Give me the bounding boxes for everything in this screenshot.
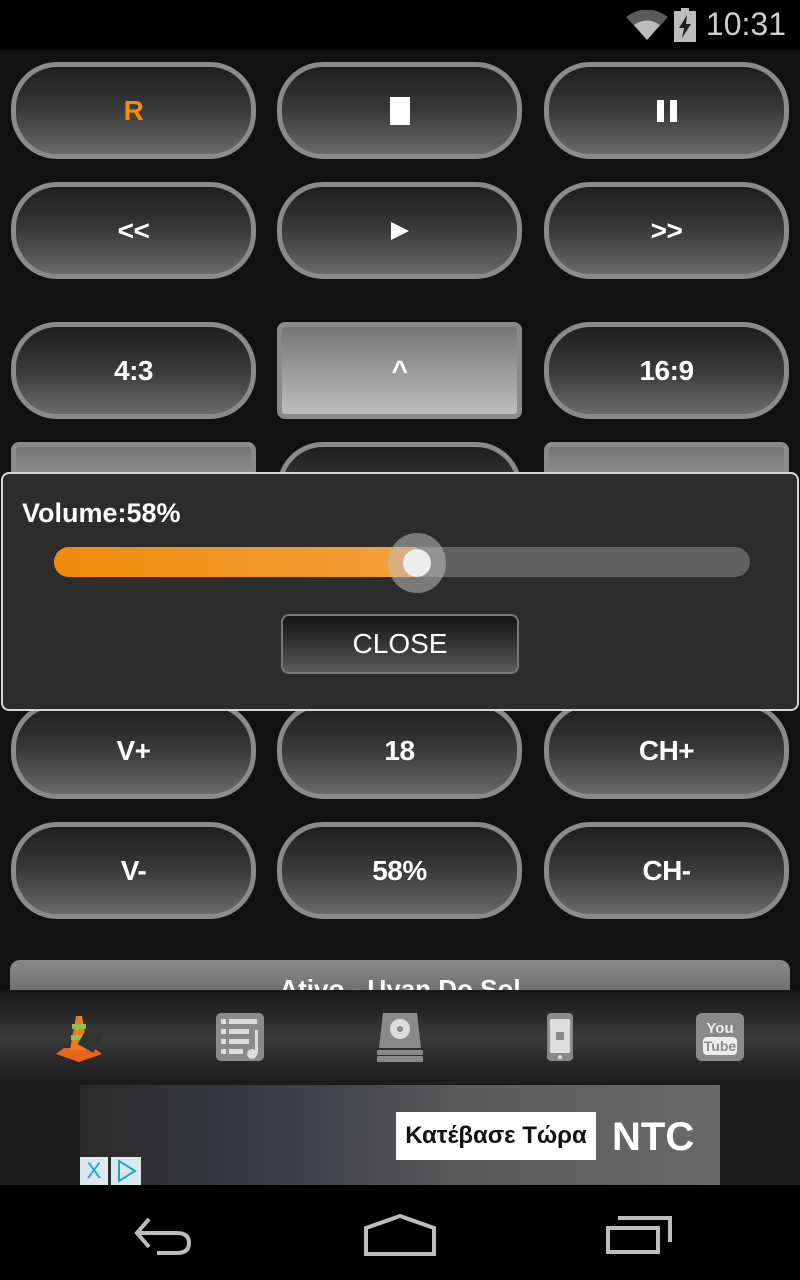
vlc-app-icon xyxy=(56,1016,105,1062)
volume-up-button[interactable]: V+ xyxy=(11,702,256,799)
recents-button[interactable] xyxy=(595,1205,685,1265)
ad-close-icon[interactable]: X xyxy=(80,1157,108,1185)
back-icon xyxy=(134,1217,192,1255)
play-icon xyxy=(390,221,409,240)
ad-brand-logo: NTC xyxy=(612,1115,695,1159)
stop-button[interactable] xyxy=(277,62,522,159)
disk-drive-icon xyxy=(377,1013,423,1062)
up-button[interactable]: ^ xyxy=(277,322,522,419)
ad-info-icon[interactable] xyxy=(111,1157,141,1185)
channel-number-button[interactable]: 18 xyxy=(277,702,522,799)
clock: 10:31 xyxy=(705,6,786,42)
volume-level-label: 58% xyxy=(372,854,427,886)
fast-forward-label: >> xyxy=(650,214,683,246)
aspect-16-9-button[interactable]: 16:9 xyxy=(544,322,789,419)
rewind-button[interactable]: << xyxy=(11,182,256,279)
recents-icon xyxy=(606,1216,672,1254)
home-icon xyxy=(364,1214,436,1256)
svg-text:Tube: Tube xyxy=(704,1038,737,1054)
pause-button[interactable] xyxy=(544,62,789,159)
phone-remote-button[interactable] xyxy=(533,1010,587,1064)
record-label: R xyxy=(123,94,144,126)
volume-label: Volume:58% xyxy=(22,498,181,528)
youtube-button[interactable]: You Tube xyxy=(693,1010,747,1064)
vlc-app-button[interactable] xyxy=(52,1010,106,1064)
fast-forward-button[interactable]: >> xyxy=(544,182,789,279)
back-button[interactable] xyxy=(115,1205,205,1265)
close-button[interactable]: CLOSE xyxy=(281,614,519,674)
stop-icon xyxy=(389,96,410,125)
volume-slider-fill xyxy=(54,547,418,577)
nav-bar xyxy=(0,1185,800,1280)
battery-charging-icon xyxy=(674,8,696,42)
svg-text:You: You xyxy=(706,1020,733,1037)
wifi-icon xyxy=(626,10,668,40)
volume-level-button[interactable]: 58% xyxy=(277,822,522,919)
channel-up-label: CH+ xyxy=(638,734,695,766)
aspect-4-3-label: 4:3 xyxy=(114,354,153,386)
home-button[interactable] xyxy=(355,1205,445,1265)
playlist-icon xyxy=(216,1013,264,1061)
now-playing-bar[interactable]: Ativo - Uyan Do Sol xyxy=(10,960,790,990)
now-playing-title: Ativo - Uyan Do Sol xyxy=(279,974,521,990)
volume-slider-thumb-center xyxy=(403,549,432,577)
volume-up-label: V+ xyxy=(116,734,151,766)
record-button[interactable]: R xyxy=(11,62,256,159)
volume-down-label: V- xyxy=(120,854,147,886)
rewind-label: << xyxy=(117,214,150,246)
channel-number-label: 18 xyxy=(384,734,415,766)
playlist-button[interactable] xyxy=(213,1010,267,1064)
app-toolbar: You Tube xyxy=(0,990,800,1085)
channel-down-label: CH- xyxy=(642,854,691,886)
volume-dialog: Volume:58% CLOSE xyxy=(1,472,799,711)
ad-cta-button[interactable]: Κατέβασε Τώρα xyxy=(396,1112,596,1160)
disk-drive-button[interactable] xyxy=(373,1010,427,1064)
ad-banner[interactable]: Κατέβασε Τώρα NTC X xyxy=(0,1085,800,1185)
up-label: ^ xyxy=(391,354,408,386)
phone-remote-icon xyxy=(547,1013,573,1061)
volume-down-button[interactable]: V- xyxy=(11,822,256,919)
channel-down-button[interactable]: CH- xyxy=(544,822,789,919)
play-button[interactable] xyxy=(277,182,522,279)
pause-icon xyxy=(656,99,677,122)
aspect-16-9-label: 16:9 xyxy=(639,354,694,386)
volume-slider-thumb[interactable] xyxy=(388,533,447,593)
aspect-4-3-button[interactable]: 4:3 xyxy=(11,322,256,419)
channel-up-button[interactable]: CH+ xyxy=(544,702,789,799)
status-bar: 10:31 xyxy=(0,0,800,50)
youtube-icon: You Tube xyxy=(696,1013,744,1061)
